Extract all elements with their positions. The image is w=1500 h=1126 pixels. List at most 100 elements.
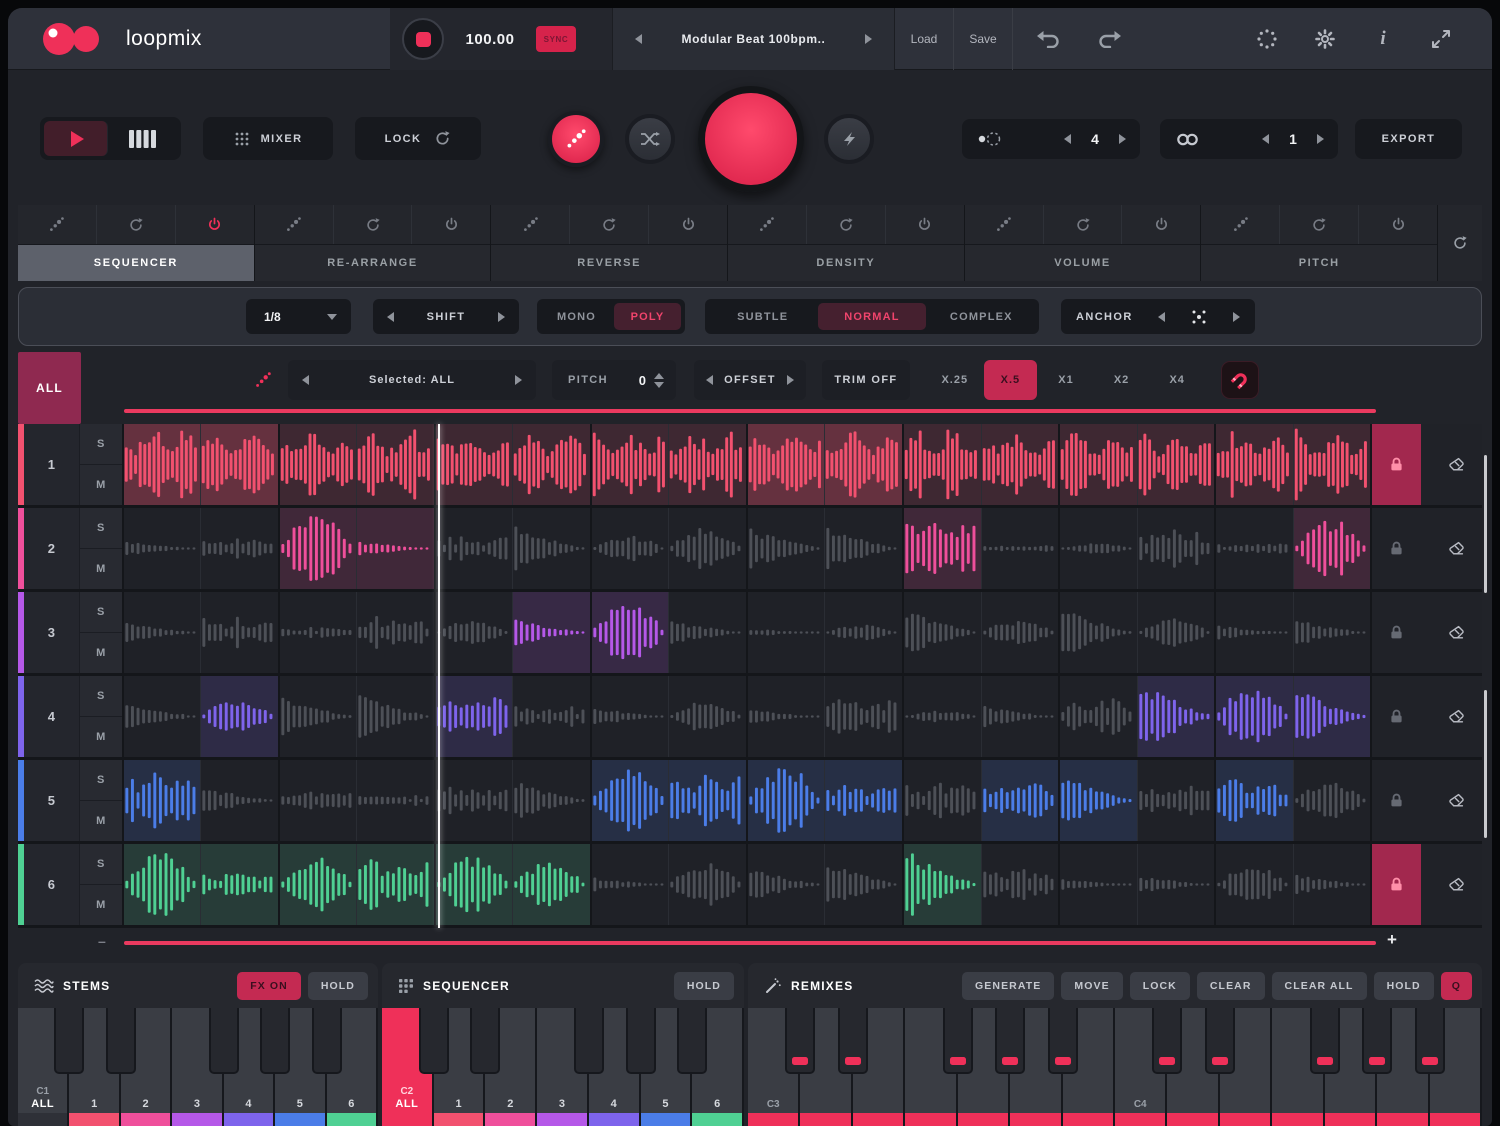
slice-cell[interactable] [1216,844,1294,925]
mode-poly[interactable]: POLY [614,303,681,330]
global-lock-button[interactable]: LOCK [355,117,481,160]
undo-button[interactable] [1030,8,1066,70]
slice-cell[interactable] [748,592,826,673]
refresh-icon[interactable] [1044,205,1123,244]
slice-cell[interactable] [1138,424,1217,505]
stems-hold-button[interactable]: HOLD [308,972,368,1000]
slice-cell[interactable] [592,760,670,841]
slice-cell[interactable] [280,508,358,589]
sequencer-hold-button[interactable]: HOLD [674,972,734,1000]
slice-cell[interactable] [1294,592,1371,673]
slice-cell[interactable] [513,592,592,673]
solo-button[interactable]: S [80,424,122,465]
random-dots-icon[interactable] [965,205,1044,244]
slice-cell[interactable] [1138,592,1217,673]
random-dots-icon[interactable] [1201,205,1280,244]
track-waveform-lane[interactable] [124,592,1371,673]
slice-cell[interactable] [748,844,826,925]
solo-button[interactable]: S [80,592,122,633]
track-lock-button[interactable] [1370,592,1421,673]
selected-next-icon[interactable] [515,375,522,385]
trim-toggle[interactable]: TRIM OFF [822,360,910,400]
slice-cell[interactable] [1060,760,1138,841]
slice-cell[interactable] [357,508,436,589]
speed-x25[interactable]: X.25 [928,360,982,400]
mute-button[interactable]: M [80,633,122,673]
slice-cell[interactable] [513,760,592,841]
slice-cell[interactable] [513,676,592,757]
black-key-sequencer[interactable] [626,1008,656,1074]
speed-x5[interactable]: X.5 [984,360,1038,400]
random-dots-icon[interactable] [18,205,97,244]
track-number[interactable]: 1 [24,424,80,505]
mute-button[interactable]: M [80,549,122,589]
random-dots-icon[interactable] [728,205,807,244]
slice-cell[interactable] [825,844,904,925]
slice-cell[interactable] [1216,760,1294,841]
slice-cell[interactable] [1216,424,1294,505]
slice-cell[interactable] [669,424,748,505]
black-key-stems[interactable] [209,1008,239,1074]
module-tab-label[interactable]: REVERSE [491,245,727,281]
slice-cell[interactable] [825,508,904,589]
trigger-button[interactable] [824,114,874,164]
track-number[interactable]: 5 [24,760,80,841]
offset-right-icon[interactable] [787,375,794,385]
pattern-prev-icon[interactable] [1064,134,1071,144]
solo-button[interactable]: S [80,760,122,801]
quantize-button[interactable]: Q [1441,972,1472,1000]
slice-cell[interactable] [748,676,826,757]
loop-range-bar-bottom[interactable] [124,941,1376,945]
black-key-remixes[interactable] [1362,1008,1392,1074]
slice-cell[interactable] [592,592,670,673]
module-tab-label[interactable]: DENSITY [728,245,964,281]
offset-left-icon[interactable] [706,375,713,385]
slice-cell[interactable] [748,760,826,841]
preset-name[interactable]: Modular Beat 100bpm.. [653,8,854,70]
speed-x1[interactable]: X1 [1039,360,1093,400]
intensity-complex[interactable]: COMPLEX [928,303,1035,330]
slice-cell[interactable] [669,760,748,841]
black-key-remixes[interactable] [1048,1008,1078,1074]
slice-cell[interactable] [1294,508,1371,589]
keys-mode-button[interactable] [108,130,177,148]
track-eraser-button[interactable] [1431,508,1482,589]
power-icon[interactable] [176,205,254,244]
slice-cell[interactable] [201,760,280,841]
slice-cell[interactable] [201,508,280,589]
power-icon[interactable] [412,205,490,244]
magnet-snap-button[interactable] [1222,362,1258,398]
track-lock-button[interactable] [1370,508,1421,589]
black-key-stems[interactable] [54,1008,84,1074]
slice-cell[interactable] [592,508,670,589]
track-eraser-button[interactable] [1431,760,1482,841]
black-key-sequencer[interactable] [470,1008,500,1074]
slice-cell[interactable] [1060,508,1138,589]
speed-x4[interactable]: X4 [1150,360,1204,400]
track-waveform-lane[interactable] [124,676,1371,757]
modules-refresh-button[interactable] [1438,205,1482,281]
track-eraser-button[interactable] [1431,676,1482,757]
intensity-subtle[interactable]: SUBTLE [709,303,816,330]
slice-cell[interactable] [592,676,670,757]
mixer-button[interactable]: MIXER [203,117,333,160]
slice-cell[interactable] [904,508,982,589]
track-waveform-lane[interactable] [124,424,1371,505]
slice-cell[interactable] [124,760,202,841]
slice-cell[interactable] [825,676,904,757]
remix-hold-button[interactable]: HOLD [1374,972,1434,1000]
slice-cell[interactable] [436,676,514,757]
loop-shrink-button[interactable]: – [98,933,106,949]
black-key-remixes[interactable] [943,1008,973,1074]
slice-cell[interactable] [124,508,202,589]
slice-cell[interactable] [1060,844,1138,925]
slice-cell[interactable] [357,592,436,673]
power-icon[interactable] [1122,205,1200,244]
slice-cell[interactable] [357,424,436,505]
slice-cell[interactable] [748,424,826,505]
track-lock-button[interactable] [1370,844,1421,925]
info-icon[interactable]: i [1365,8,1401,70]
refresh-icon[interactable] [334,205,413,244]
power-icon[interactable] [649,205,727,244]
power-icon[interactable] [886,205,964,244]
